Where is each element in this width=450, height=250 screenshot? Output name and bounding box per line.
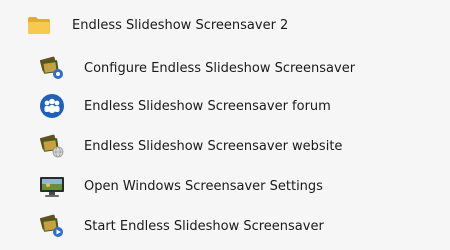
forum-item[interactable]: Endless Slideshow Screensaver forum (39, 92, 331, 120)
forum-label: Endless Slideshow Screensaver forum (84, 98, 331, 114)
start-label: Start Endless Slideshow Screensaver (84, 218, 324, 234)
screensaver-settings-item[interactable]: Open Windows Screensaver Settings (39, 172, 323, 200)
start-item[interactable]: Start Endless Slideshow Screensaver (39, 212, 324, 240)
photo-play-icon (39, 213, 65, 239)
folder-title: Endless Slideshow Screensaver 2 (72, 17, 289, 33)
monitor-icon (39, 173, 65, 199)
folder-header[interactable]: Endless Slideshow Screensaver 2 (27, 13, 288, 37)
configure-label: Configure Endless Slideshow Screensaver (84, 60, 356, 76)
photo-globe-icon (39, 133, 65, 159)
website-item[interactable]: Endless Slideshow Screensaver website (39, 132, 342, 160)
configure-item[interactable]: Configure Endless Slideshow Screensaver (39, 54, 355, 82)
people-group-icon (39, 93, 65, 119)
photo-gear-icon (39, 55, 65, 81)
screensaver-settings-label: Open Windows Screensaver Settings (84, 178, 323, 194)
website-label: Endless Slideshow Screensaver website (84, 138, 343, 154)
folder-icon (27, 15, 51, 35)
